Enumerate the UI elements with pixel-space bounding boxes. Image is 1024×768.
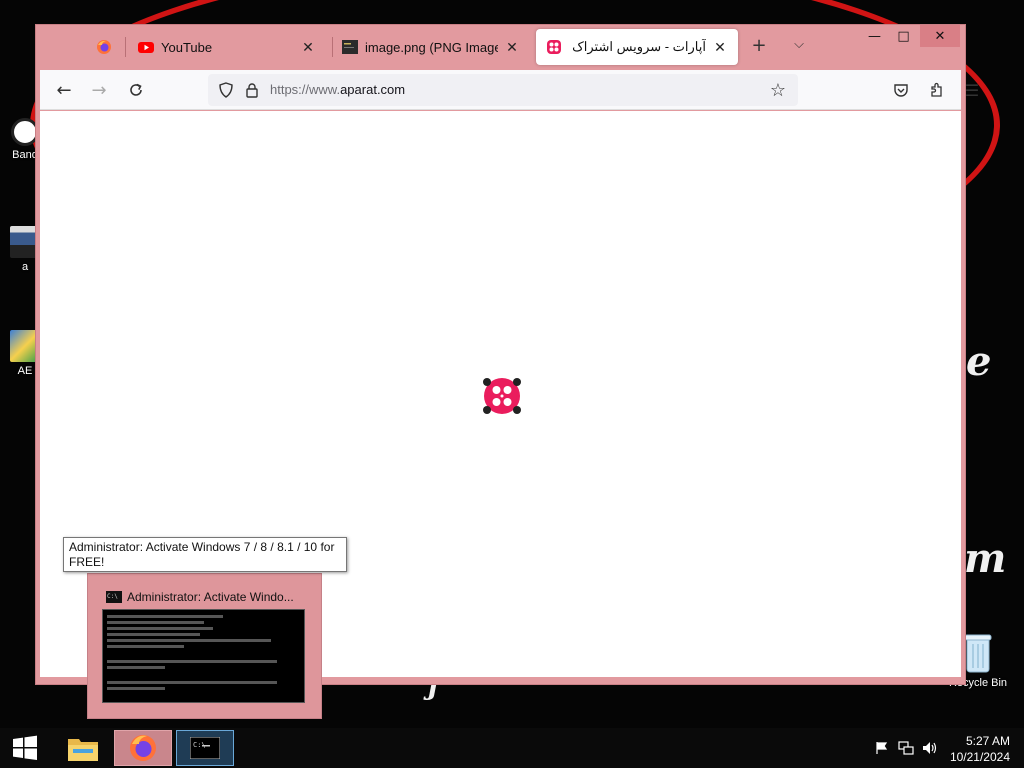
preview-title: C:\ Administrator: Activate Windo... xyxy=(106,590,294,604)
youtube-icon xyxy=(138,42,154,53)
volume-icon[interactable] xyxy=(922,740,938,756)
minimize-button[interactable]: — xyxy=(860,25,889,47)
url-text: https://www.aparat.com xyxy=(270,82,405,97)
close-icon[interactable]: ✕ xyxy=(300,39,316,56)
desktop-icon-label: a xyxy=(21,261,29,273)
aparat-loading-logo-icon xyxy=(483,378,521,414)
start-button[interactable] xyxy=(0,730,50,766)
forward-arrow-icon[interactable]: → xyxy=(87,78,111,102)
new-tab-button[interactable]: + xyxy=(748,35,770,56)
pocket-icon[interactable] xyxy=(889,78,913,102)
desktop-icon-label: AE xyxy=(17,365,33,377)
back-arrow-icon[interactable]: ← xyxy=(52,78,76,102)
wallpaper-letter: e xyxy=(966,338,992,385)
taskbar-firefox[interactable] xyxy=(114,730,172,766)
windows-logo-icon xyxy=(13,735,37,760)
firefox-icon xyxy=(97,40,111,54)
shield-icon[interactable] xyxy=(214,78,238,102)
tab-aparat[interactable]: آپارات - سرویس اشتراک ویدیو ✕ xyxy=(536,29,738,65)
navigation-toolbar: ← → https://www.aparat.com ☆ ☰ xyxy=(40,70,979,110)
folder-icon xyxy=(68,739,98,761)
desktop-icon-label: Band xyxy=(12,149,38,161)
url-host: aparat.com xyxy=(340,82,406,97)
taskbar-command-prompt[interactable]: C:\ xyxy=(176,730,234,766)
menu-icon[interactable]: ☰ xyxy=(960,78,984,102)
network-icon[interactable] xyxy=(898,740,914,756)
tab-title: YouTube xyxy=(161,39,213,55)
cmd-icon: C:\ xyxy=(190,737,220,759)
tab-image[interactable]: image.png (PNG Image, 11 ✕ xyxy=(332,29,530,65)
list-tabs-chevron-icon[interactable]: ⌵ xyxy=(788,37,810,52)
url-bar[interactable]: https://www.aparat.com ☆ xyxy=(208,74,798,106)
taskbar: C:\ 5:27 AM 10/21/2024 xyxy=(0,728,1024,768)
preview-title-text: Administrator: Activate Windo... xyxy=(127,590,294,604)
flag-icon[interactable] xyxy=(874,740,890,756)
url-scheme: https://www. xyxy=(270,82,341,97)
clock-date: 10/21/2024 xyxy=(949,750,1010,764)
image-icon xyxy=(342,40,358,54)
aparat-icon xyxy=(547,40,561,54)
cmd-icon: C:\ xyxy=(106,591,122,603)
taskbar-clock[interactable]: 5:27 AM 10/21/2024 xyxy=(950,733,1010,765)
extensions-icon[interactable] xyxy=(925,78,949,102)
tab-youtube[interactable]: YouTube ✕ xyxy=(128,29,326,65)
clock-time: 5:27 AM xyxy=(965,734,1010,748)
taskbar-file-explorer[interactable] xyxy=(54,730,112,766)
close-icon[interactable]: ✕ xyxy=(712,39,728,56)
tab-firefox[interactable] xyxy=(86,29,126,65)
tab-title: آپارات - سرویس اشتراک ویدیو xyxy=(569,39,706,54)
tab-title: image.png (PNG Image, 11 xyxy=(365,39,498,55)
maximize-button[interactable]: □ xyxy=(889,25,918,47)
wallpaper-letter: m xyxy=(964,535,1007,582)
window-tooltip: Administrator: Activate Windows 7 / 8 / … xyxy=(63,537,347,572)
lock-icon[interactable] xyxy=(240,78,264,102)
tab-bar: YouTube ✕ image.png (PNG Image, 11 ✕ آپا… xyxy=(36,25,965,69)
close-icon[interactable]: ✕ xyxy=(504,39,520,56)
recycle-bin-icon xyxy=(964,634,992,673)
tab-separator xyxy=(125,37,126,57)
reload-icon[interactable] xyxy=(124,78,148,102)
firefox-icon xyxy=(130,735,156,761)
star-icon[interactable]: ☆ xyxy=(766,78,790,102)
preview-thumbnail-image xyxy=(102,609,305,703)
close-window-button[interactable]: ✕ xyxy=(920,25,960,47)
taskbar-thumbnail-preview[interactable]: C:\ Administrator: Activate Windo... xyxy=(87,573,322,719)
